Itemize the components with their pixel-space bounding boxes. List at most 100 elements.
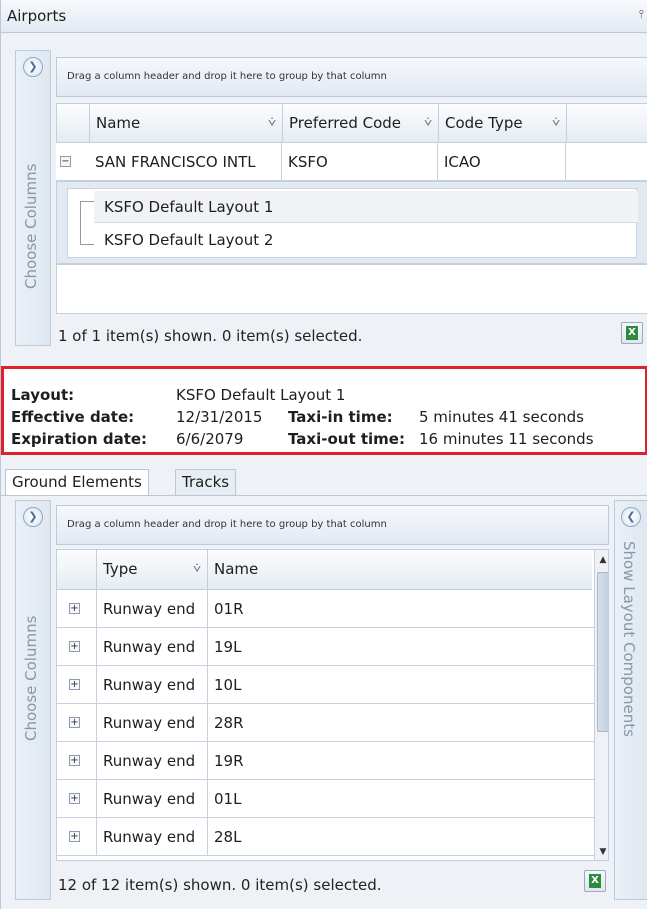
cell-preferred-code: KSFO (282, 143, 438, 180)
effective-date-label: Effective date: (11, 408, 135, 426)
expand-icon[interactable]: + (69, 603, 80, 614)
column-header-preferred-code[interactable]: Preferred Code ⩒ (283, 104, 439, 142)
layouts-detail-area: KSFO Default Layout 1 KSFO Default Layou… (56, 181, 647, 264)
taxi-out-label: Taxi-out time: (288, 430, 405, 448)
column-header-name[interactable]: Name (208, 550, 592, 589)
row-expander-cell[interactable]: + (57, 590, 97, 627)
tab-ground-elements[interactable]: Ground Elements (5, 469, 149, 495)
column-name-label: Name (96, 114, 141, 132)
collapse-icon[interactable]: − (60, 156, 71, 167)
table-row[interactable]: + Runway end 28R (57, 704, 594, 742)
row-expander-cell[interactable]: + (57, 742, 97, 779)
group-by-bar[interactable]: Drag a column header and drop it here to… (56, 505, 609, 545)
expand-columns-icon[interactable]: ❯ (23, 57, 43, 77)
table-row[interactable]: + Runway end 19L (57, 628, 594, 666)
layout-label: Layout: (11, 386, 75, 404)
cell-name: 19R (214, 752, 244, 770)
filter-icon[interactable]: ⩒ (424, 104, 432, 142)
expiration-date-value: 6/6/2079 (176, 430, 244, 448)
collapse-components-icon[interactable]: ❮ (621, 507, 641, 527)
choose-columns-strip-top[interactable]: ❯ Choose Columns (15, 50, 51, 346)
table-row[interactable]: + Runway end 01R (57, 590, 594, 628)
cell-name: SAN FRANCISCO INTL (89, 143, 282, 180)
column-code-type-label: Code Type (445, 114, 523, 132)
expiration-date-label: Expiration date: (11, 430, 148, 448)
choose-columns-label: Choose Columns (22, 615, 40, 741)
table-row[interactable]: + Runway end 28L (57, 818, 594, 856)
taxi-out-value: 16 minutes 11 seconds (419, 430, 594, 448)
expand-icon[interactable]: + (69, 793, 80, 804)
cell-type: Runway end (97, 742, 208, 779)
cell-name: 01L (214, 790, 242, 808)
cell-name: 28L (214, 828, 242, 846)
column-header-type[interactable]: Type ⩒ (97, 550, 208, 589)
status-text: 12 of 12 item(s) shown. 0 item(s) select… (58, 876, 382, 894)
scroll-up-icon[interactable]: ▲ (595, 552, 608, 568)
expand-icon[interactable]: + (69, 641, 80, 652)
cell-type: Runway end (97, 704, 208, 741)
expand-icon[interactable]: + (69, 831, 80, 842)
row-expander-cell[interactable]: + (57, 780, 97, 817)
scroll-down-icon[interactable]: ▼ (595, 844, 608, 860)
row-expander-cell[interactable]: − (56, 143, 89, 180)
expand-icon[interactable]: + (69, 679, 80, 690)
choose-columns-label: Choose Columns (22, 163, 40, 289)
column-header-code-type[interactable]: Code Type ⩒ (439, 104, 567, 142)
cell-type: Runway end (97, 780, 208, 817)
layouts-list: KSFO Default Layout 1 KSFO Default Layou… (67, 188, 638, 258)
tree-connector (80, 201, 94, 245)
effective-date-value: 12/31/2015 (176, 408, 263, 426)
airports-panel: Airports ⫯ ❯ Choose Columns Drag a colum… (0, 0, 647, 909)
table-row[interactable]: + Runway end 19R (57, 742, 594, 780)
panel-titlebar: Airports ⫯ (1, 0, 647, 33)
elements-grid-body: Type ⩒ Name + Runway end 01R + Runway end 19L… (56, 549, 609, 861)
expand-icon[interactable]: + (69, 717, 80, 728)
row-expander-cell[interactable]: + (57, 818, 97, 855)
header-spacer (57, 550, 97, 589)
taxi-in-value: 5 minutes 41 seconds (419, 408, 584, 426)
airports-header-row: Name ⩒ Preferred Code ⩒ Code Type ⩒ (56, 103, 647, 143)
row-expander-cell[interactable]: + (57, 704, 97, 741)
scroll-thumb[interactable] (597, 572, 608, 732)
layout-components-strip[interactable]: ❮ Show Layout Components (614, 500, 647, 900)
table-row[interactable]: − SAN FRANCISCO INTL KSFO ICAO (56, 143, 647, 181)
cell-type: Runway end (97, 666, 208, 703)
choose-columns-strip-bottom[interactable]: ❯ Choose Columns (15, 500, 51, 900)
panel-title: Airports (7, 7, 67, 25)
vertical-scrollbar[interactable]: ▲ ▼ (594, 550, 608, 860)
row-expander-cell[interactable]: + (57, 666, 97, 703)
expand-columns-icon[interactable]: ❯ (23, 507, 43, 527)
expand-icon[interactable]: + (69, 755, 80, 766)
cell-code-type: ICAO (438, 143, 566, 180)
status-text: 1 of 1 item(s) shown. 0 item(s) selected… (58, 327, 363, 345)
layout-item[interactable]: KSFO Default Layout 1 (94, 191, 638, 223)
column-type-label: Type (103, 560, 138, 578)
table-row[interactable]: + Runway end 01L (57, 780, 594, 818)
export-excel-icon[interactable]: X (584, 870, 606, 892)
cell-name: 19L (214, 638, 242, 656)
grid-empty-area (56, 264, 647, 314)
filter-icon[interactable]: ⩒ (552, 104, 560, 142)
layout-item[interactable]: KSFO Default Layout 2 (94, 224, 638, 256)
elements-header-row: Type ⩒ Name (57, 550, 592, 590)
filter-icon[interactable]: ⩒ (193, 550, 201, 588)
row-expander-cell[interactable]: + (57, 628, 97, 665)
table-row[interactable] (57, 856, 594, 860)
cell-name: 28R (214, 714, 244, 732)
show-layout-components-label: Show Layout Components (620, 541, 638, 737)
column-header-name[interactable]: Name ⩒ (90, 104, 283, 142)
table-row[interactable]: + Runway end 10L (57, 666, 594, 704)
column-preferred-code-label: Preferred Code (289, 114, 402, 132)
cell-type: Runway end (97, 590, 208, 627)
filter-icon[interactable]: ⩒ (268, 104, 276, 142)
pin-icon[interactable]: ⫯ (639, 7, 644, 22)
header-spacer (57, 104, 90, 142)
cell-type: Runway end (97, 818, 208, 855)
group-by-bar[interactable]: Drag a column header and drop it here to… (56, 57, 647, 97)
export-excel-icon[interactable]: X (621, 322, 643, 344)
tab-tracks[interactable]: Tracks (175, 469, 237, 495)
tab-divider (1, 495, 647, 496)
cell-type: Runway end (97, 628, 208, 665)
taxi-in-label: Taxi-in time: (288, 408, 393, 426)
layout-value: KSFO Default Layout 1 (176, 386, 346, 404)
